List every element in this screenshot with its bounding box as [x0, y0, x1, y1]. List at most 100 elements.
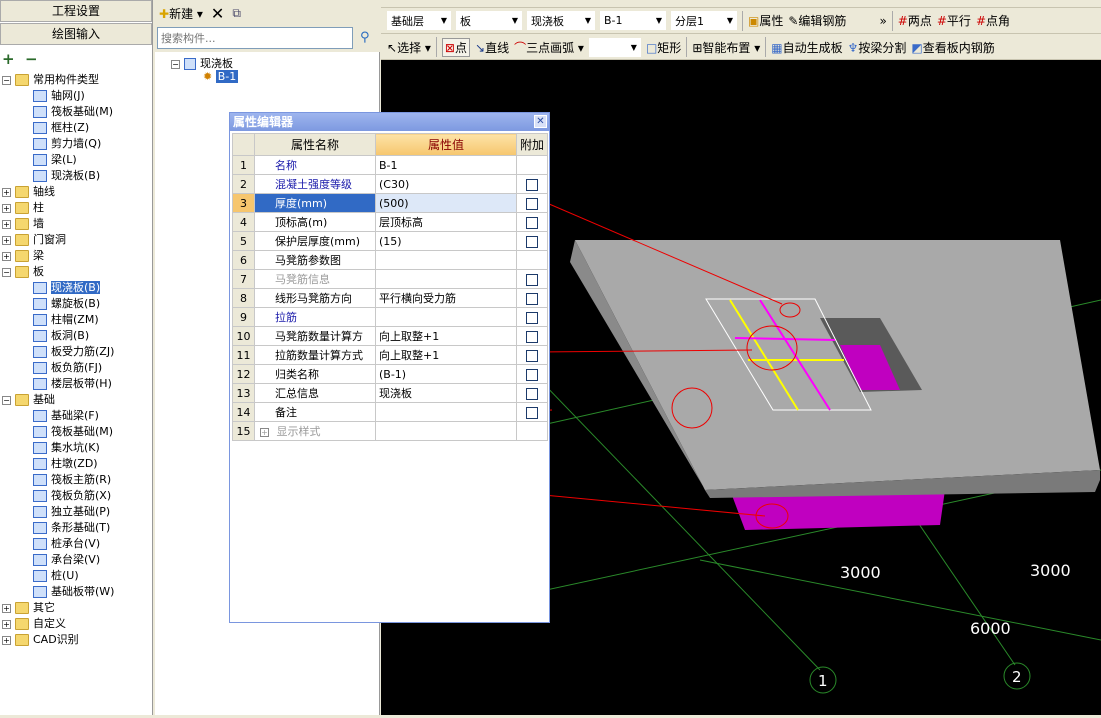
tree-item[interactable]: 板负筋(FJ): [0, 360, 152, 376]
tree-item[interactable]: 筏板主筋(R): [0, 472, 152, 488]
property-value[interactable]: (B-1): [375, 364, 517, 384]
line-button[interactable]: ↘直线: [475, 39, 509, 56]
property-row[interactable]: 1 名称 B-1: [232, 155, 549, 175]
expand-toggle[interactable]: −: [2, 75, 11, 85]
property-value[interactable]: 向上取整+1: [375, 326, 517, 346]
extra-checkbox[interactable]: [526, 387, 538, 400]
property-row[interactable]: 14 备注: [232, 402, 549, 422]
property-row[interactable]: 15 + 显示样式: [232, 421, 549, 441]
smart-layout-button[interactable]: ⊞智能布置 ▾: [692, 39, 760, 56]
tree-item[interactable]: 轴网(J): [0, 88, 152, 104]
layer-select[interactable]: 基础层 ▼: [387, 11, 451, 30]
expand-toggle[interactable]: +: [2, 203, 11, 213]
expand-toggle[interactable]: +: [2, 235, 11, 245]
property-value[interactable]: (500): [375, 193, 517, 213]
tree-item[interactable]: + 柱: [0, 200, 152, 216]
property-value[interactable]: [375, 269, 517, 289]
tree-item[interactable]: 集水坑(K): [0, 440, 152, 456]
expand-toggle[interactable]: +: [2, 619, 11, 629]
tree-item[interactable]: 条形基础(T): [0, 520, 152, 536]
extra-checkbox[interactable]: [526, 311, 538, 324]
expand-toggle[interactable]: −: [2, 267, 11, 277]
tree-item[interactable]: + 梁: [0, 248, 152, 264]
property-value[interactable]: (15): [375, 231, 517, 251]
extra-checkbox[interactable]: [526, 292, 538, 305]
tree-item[interactable]: 筏板基础(M): [0, 104, 152, 120]
tree-item[interactable]: + 自定义: [0, 616, 152, 632]
tree-item[interactable]: 梁(L): [0, 152, 152, 168]
property-row[interactable]: 8 线形马凳筋方向 平行横向受力筋: [232, 288, 549, 308]
dialog-title-bar[interactable]: 属性编辑器 ✕: [230, 113, 549, 131]
auto-slab-button[interactable]: ▦自动生成板: [771, 39, 842, 56]
properties-button[interactable]: ▣属性: [748, 12, 783, 29]
delete-icon[interactable]: ✕: [211, 4, 224, 23]
extra-checkbox[interactable]: [526, 178, 538, 191]
expand-toggle[interactable]: +: [2, 187, 11, 197]
expand-toggle[interactable]: +: [2, 251, 11, 261]
property-value[interactable]: (C30): [375, 174, 517, 194]
tree-item[interactable]: 现浇板(B): [0, 168, 152, 184]
split-by-beam-button[interactable]: ♆按梁分割: [848, 39, 907, 56]
floor-select[interactable]: 分层1 ▼: [671, 11, 737, 30]
property-row[interactable]: 7 马凳筋信息: [232, 269, 549, 289]
tree-item[interactable]: 基础梁(F): [0, 408, 152, 424]
tree-item[interactable]: + 其它: [0, 600, 152, 616]
component-tree-root[interactable]: − 现浇板: [169, 55, 233, 71]
view-rebar-button[interactable]: ◩查看板内钢筋: [911, 39, 994, 56]
arc-button[interactable]: ⌒三点画弧 ▾: [514, 39, 584, 56]
tree-item[interactable]: − 常用构件类型: [0, 72, 152, 88]
select-button[interactable]: ↖选择 ▾: [387, 39, 431, 56]
tree-item[interactable]: 柱墩(ZD): [0, 456, 152, 472]
property-value[interactable]: [375, 250, 517, 270]
extra-checkbox[interactable]: [526, 273, 538, 286]
tree-item[interactable]: − 板: [0, 264, 152, 280]
tree-item[interactable]: 螺旋板(B): [0, 296, 152, 312]
collapse-all-icon[interactable]: −: [25, 50, 38, 68]
property-row[interactable]: 13 汇总信息 现浇板: [232, 383, 549, 403]
property-value[interactable]: [375, 421, 517, 441]
tree-item[interactable]: + CAD识别: [0, 632, 152, 648]
property-row[interactable]: 11 拉筋数量计算方式 向上取整+1: [232, 345, 549, 365]
tree-item[interactable]: 框柱(Z): [0, 120, 152, 136]
more-button[interactable]: »: [879, 14, 886, 28]
expand-toggle[interactable]: +: [2, 219, 11, 229]
property-value[interactable]: 现浇板: [375, 383, 517, 403]
property-row[interactable]: 6 马凳筋参数图: [232, 250, 549, 270]
tree-item[interactable]: 板洞(B): [0, 328, 152, 344]
subtype-select[interactable]: 现浇板 ▼: [527, 11, 595, 30]
extra-checkbox[interactable]: [526, 235, 538, 248]
property-row[interactable]: 10 马凳筋数量计算方 向上取整+1: [232, 326, 549, 346]
tree-item[interactable]: + 门窗洞: [0, 232, 152, 248]
point-button[interactable]: ⊠点: [441, 37, 470, 57]
expand-toggle[interactable]: −: [2, 395, 11, 405]
tree-item[interactable]: + 墙: [0, 216, 152, 232]
copy-icon[interactable]: ⧉: [232, 6, 241, 21]
property-row[interactable]: 2 混凝土强度等级 (C30): [232, 174, 549, 194]
component-select[interactable]: B-1 ▼: [600, 11, 666, 30]
tree-item[interactable]: 剪力墙(Q): [0, 136, 152, 152]
property-row[interactable]: 9 拉筋: [232, 307, 549, 327]
component-item-b1[interactable]: ✹ B-1: [203, 70, 239, 83]
point-angle-button[interactable]: #点角: [976, 12, 1010, 29]
close-icon[interactable]: ✕: [534, 115, 547, 128]
tree-item[interactable]: 桩(U): [0, 568, 152, 584]
extra-checkbox[interactable]: [526, 197, 538, 210]
extra-checkbox[interactable]: [526, 330, 538, 343]
extra-checkbox[interactable]: [526, 368, 538, 381]
two-point-button[interactable]: #两点: [898, 12, 932, 29]
tree-item[interactable]: 楼层板带(H): [0, 376, 152, 392]
rect-button[interactable]: □矩形: [646, 39, 681, 56]
new-button[interactable]: ✚新建 ▾: [159, 5, 203, 22]
drawing-input-button[interactable]: 绘图输入: [0, 23, 152, 45]
extra-checkbox[interactable]: [526, 406, 538, 419]
property-value[interactable]: [375, 307, 517, 327]
search-icon[interactable]: ⚲: [360, 30, 370, 45]
property-value[interactable]: [375, 402, 517, 422]
project-settings-button[interactable]: 工程设置: [0, 0, 152, 22]
tree-item[interactable]: 柱帽(ZM): [0, 312, 152, 328]
property-row[interactable]: 3 厚度(mm) (500): [232, 193, 549, 213]
property-row[interactable]: 5 保护层厚度(mm) (15): [232, 231, 549, 251]
expand-toggle[interactable]: +: [2, 635, 11, 645]
property-row[interactable]: 4 顶标高(m) 层顶标高: [232, 212, 549, 232]
tree-item[interactable]: 筏板负筋(X): [0, 488, 152, 504]
